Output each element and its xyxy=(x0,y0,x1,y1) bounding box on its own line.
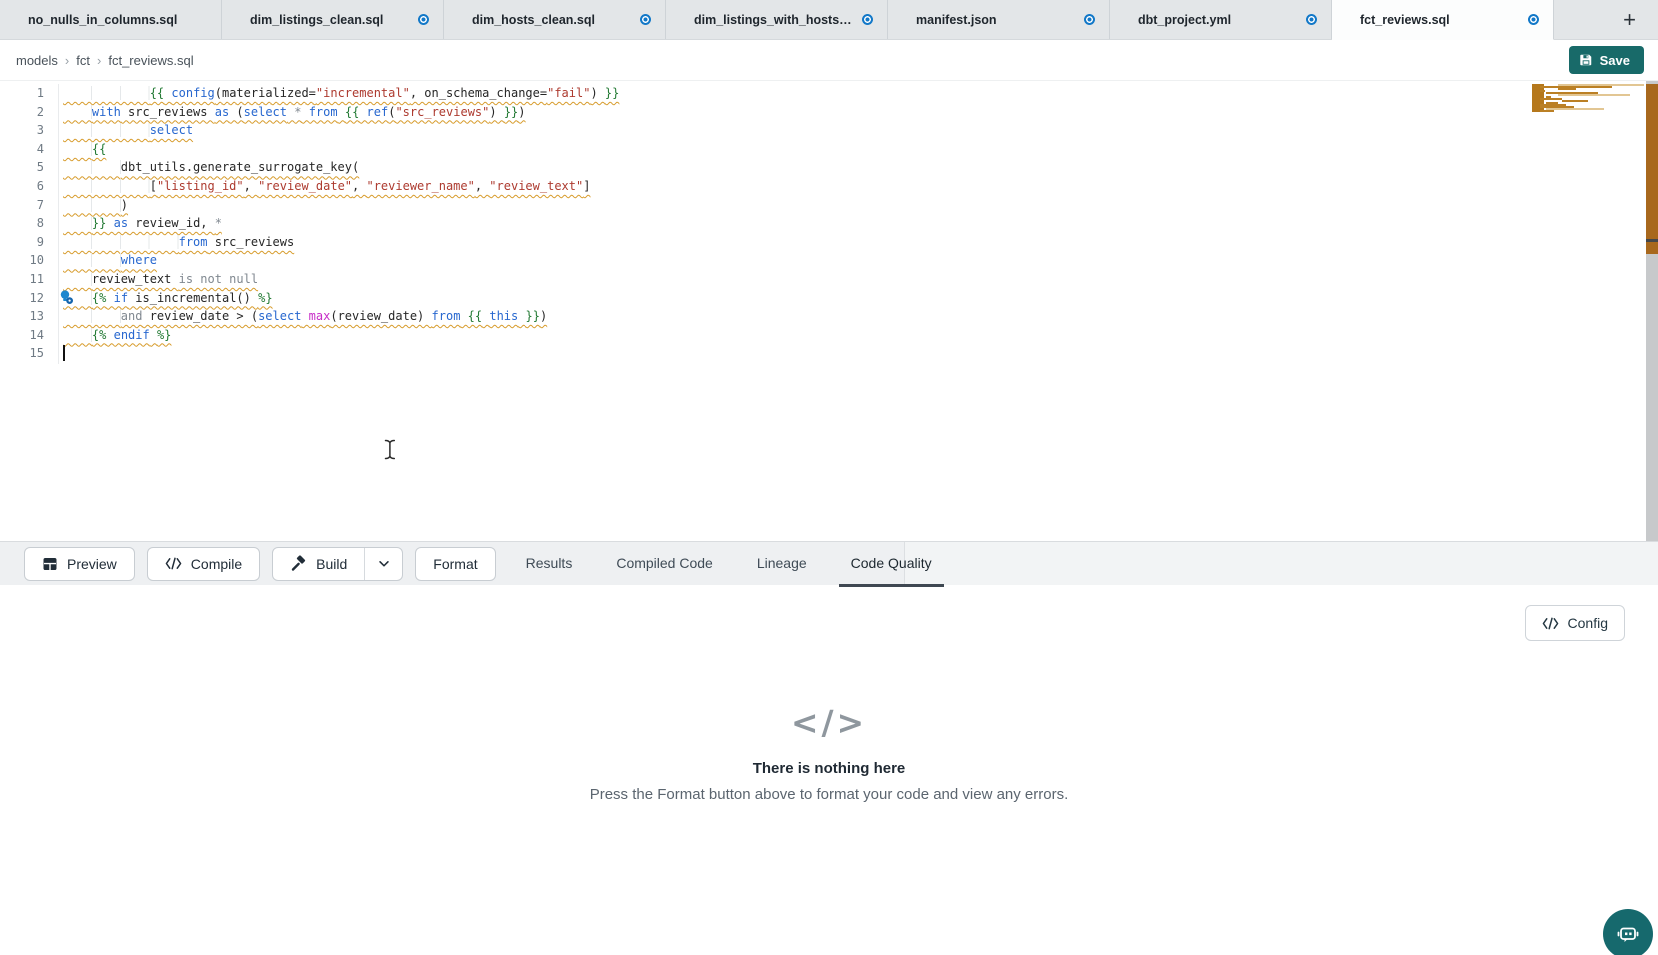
code-line: 1 {{ config(materialized="incremental", … xyxy=(0,84,1658,103)
line-number: 15 xyxy=(0,344,44,363)
line-number: 13 xyxy=(0,307,44,326)
breadcrumb-bar: models › fct › fct_reviews.sql Save xyxy=(0,40,1658,81)
unsaved-changes-dot-icon xyxy=(1306,14,1317,25)
code-line: 10 where xyxy=(0,251,1658,270)
build-button[interactable]: Build xyxy=(273,548,364,580)
new-tab-button[interactable]: + xyxy=(1554,0,1658,39)
line-number: 5 xyxy=(0,158,44,177)
save-button[interactable]: Save xyxy=(1569,46,1644,74)
file-tab-label: fct_reviews.sql xyxy=(1360,13,1518,27)
file-tab-label: dbt_project.yml xyxy=(1138,13,1296,27)
unsaved-changes-dot-icon xyxy=(418,14,429,25)
breadcrumb-separator-icon: › xyxy=(97,53,101,68)
unsaved-changes-dot-icon xyxy=(1084,14,1095,25)
gutter-divider xyxy=(58,84,59,364)
breadcrumb-item[interactable]: fct xyxy=(76,53,90,68)
breadcrumb-separator-icon: › xyxy=(65,53,69,68)
code-line: 2 with src_reviews as (select * from {{ … xyxy=(0,103,1658,122)
line-number: 8 xyxy=(0,214,44,233)
compile-icon xyxy=(165,557,182,570)
code-line: 5 dbt_utils.generate_surrogate_key( xyxy=(0,158,1658,177)
file-tab-label: no_nulls_in_columns.sql xyxy=(28,13,207,27)
line-number: 14 xyxy=(0,326,44,345)
file-tab-label: dim_hosts_clean.sql xyxy=(472,13,630,27)
line-number: 4 xyxy=(0,140,44,159)
tab-lineage[interactable]: Lineage xyxy=(745,542,819,587)
config-button[interactable]: Config xyxy=(1525,605,1625,641)
code-action-lightbulb-icon[interactable] xyxy=(58,289,75,306)
action-toolbar: Preview Compile Build Format Results Compile… xyxy=(0,541,1658,585)
toolbar-right-area xyxy=(905,542,1658,585)
file-tab[interactable]: dbt_project.yml xyxy=(1110,0,1332,39)
line-number: 12 xyxy=(0,289,44,308)
empty-state: </> There is nothing here Press the Form… xyxy=(0,703,1658,803)
file-tab[interactable]: dim_hosts_clean.sql xyxy=(444,0,666,39)
line-number: 7 xyxy=(0,196,44,215)
code-icon xyxy=(1542,617,1559,630)
code-line: 3 select xyxy=(0,121,1658,140)
line-number: 10 xyxy=(0,251,44,270)
line-number: 3 xyxy=(0,121,44,140)
robot-icon xyxy=(1615,921,1641,947)
line-number: 2 xyxy=(0,103,44,122)
minimap[interactable] xyxy=(1532,84,1644,112)
editor-scrollbar[interactable] xyxy=(1646,81,1658,541)
file-tab-label: dim_listings_clean.sql xyxy=(250,13,408,27)
file-tab[interactable]: dim_listings_with_hosts.sql xyxy=(666,0,888,39)
code-line: 15 xyxy=(0,344,1658,363)
unsaved-changes-dot-icon xyxy=(640,14,651,25)
code-line: 8 }} as review_id, * xyxy=(0,214,1658,233)
build-split-button: Build xyxy=(272,547,403,581)
warning-overview-marks xyxy=(1646,84,1658,254)
line-number: 6 xyxy=(0,177,44,196)
empty-state-title: There is nothing here xyxy=(0,760,1658,777)
file-tab[interactable]: fct_reviews.sql xyxy=(1332,0,1554,40)
code-line: 13 and review_date > (select max(review_… xyxy=(0,307,1658,326)
save-icon xyxy=(1579,53,1593,67)
compile-button[interactable]: Compile xyxy=(147,547,260,581)
preview-icon xyxy=(42,556,58,572)
line-number: 1 xyxy=(0,84,44,103)
breadcrumb: models › fct › fct_reviews.sql xyxy=(16,53,194,68)
file-tab[interactable]: no_nulls_in_columns.sql xyxy=(0,0,222,39)
code-line: 6 ["listing_id", "review_date", "reviewe… xyxy=(0,177,1658,196)
preview-button[interactable]: Preview xyxy=(24,547,135,581)
breadcrumb-item[interactable]: models xyxy=(16,53,58,68)
build-icon xyxy=(290,555,307,572)
breadcrumb-item[interactable]: fct_reviews.sql xyxy=(108,53,193,68)
code-slash-icon: </> xyxy=(0,703,1658,742)
dbt-ide-window: no_nulls_in_columns.sql dim_listings_clea… xyxy=(0,0,1658,955)
chevron-down-icon xyxy=(377,557,391,571)
code-line: 9 from src_reviews xyxy=(0,233,1658,252)
file-tab-label: manifest.json xyxy=(916,13,1074,27)
line-number: 11 xyxy=(0,270,44,289)
tab-code-quality[interactable]: Code Quality xyxy=(839,542,944,587)
code-line: 7 ) xyxy=(0,196,1658,215)
unsaved-changes-dot-icon xyxy=(1528,14,1539,25)
code-line: 11 review_text is not null xyxy=(0,270,1658,289)
editor-tab-bar: no_nulls_in_columns.sql dim_listings_clea… xyxy=(0,0,1658,40)
code-line: 4 {{ xyxy=(0,140,1658,159)
code-line: 14 {% endif %} xyxy=(0,326,1658,345)
file-tab[interactable]: dim_listings_clean.sql xyxy=(222,0,444,39)
line-number: 9 xyxy=(0,233,44,252)
text-cursor xyxy=(63,345,65,361)
file-tab-label: dim_listings_with_hosts.sql xyxy=(694,13,852,27)
code-quality-panel: Config </> There is nothing here Press t… xyxy=(0,585,1658,954)
file-tab[interactable]: manifest.json xyxy=(888,0,1110,39)
chatbot-button[interactable] xyxy=(1603,909,1653,955)
empty-state-subtitle: Press the Format button above to format … xyxy=(0,786,1658,803)
code-editor[interactable]: 1 {{ config(materialized="incremental", … xyxy=(0,81,1658,541)
cursor-overview-mark xyxy=(1646,239,1658,242)
build-options-button[interactable] xyxy=(364,548,402,580)
unsaved-changes-dot-icon xyxy=(862,14,873,25)
mouse-ibeam-cursor xyxy=(384,439,396,463)
format-button[interactable]: Format xyxy=(415,547,495,581)
code-line: 12 {% if is_incremental() %} xyxy=(0,289,1658,308)
tab-compiled-code[interactable]: Compiled Code xyxy=(604,542,725,587)
tab-results[interactable]: Results xyxy=(514,542,585,587)
